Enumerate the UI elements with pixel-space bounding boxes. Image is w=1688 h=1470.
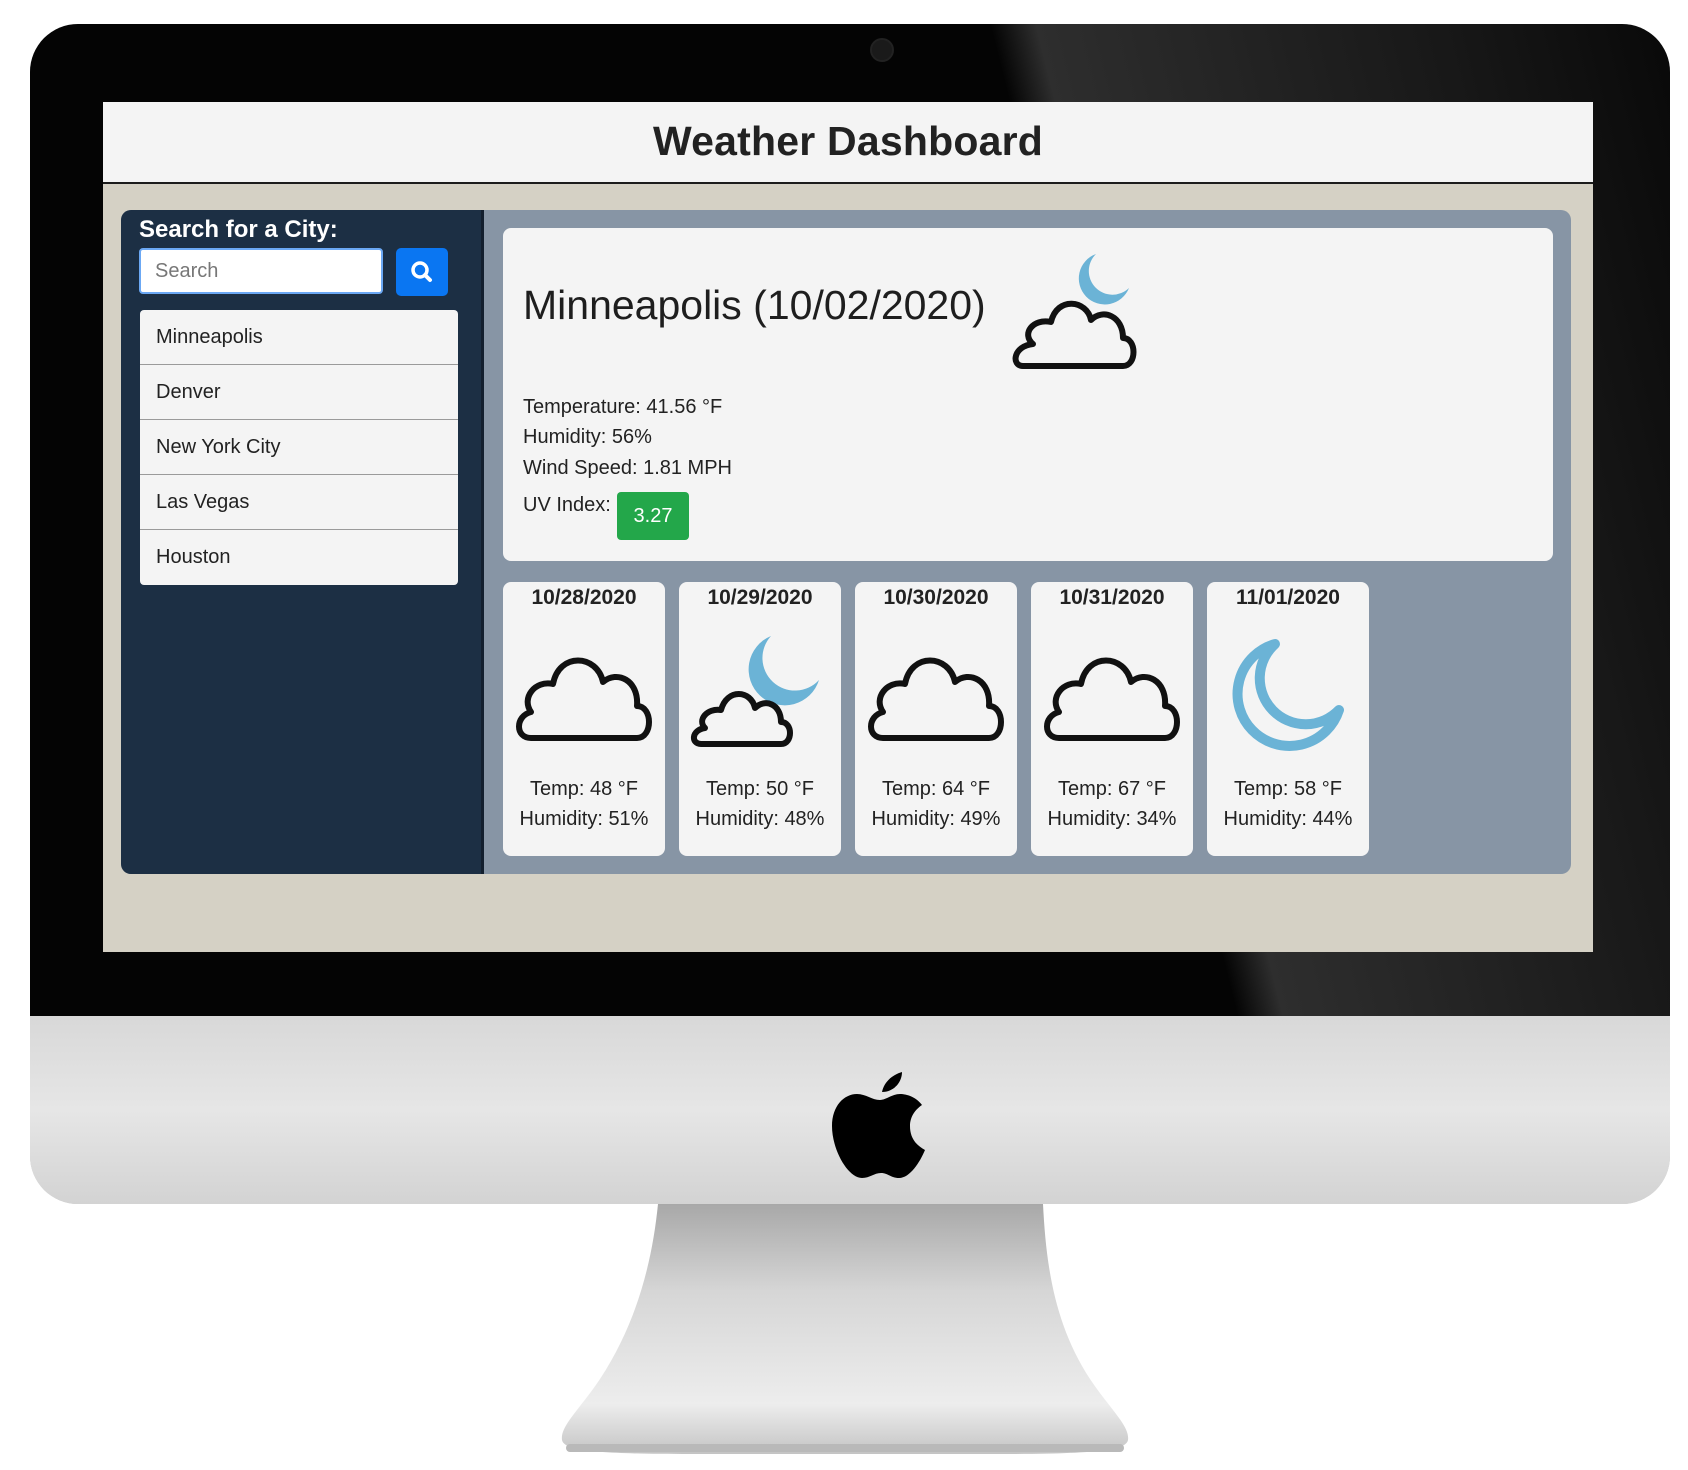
forecast-humidity: Humidity: 48% [695, 808, 825, 830]
search-input[interactable] [139, 248, 383, 294]
forecast-date: 10/31/2020 [1059, 586, 1165, 609]
search-icon [411, 261, 432, 282]
uv-index-badge: 3.27 [617, 492, 689, 540]
forecast-temp: Temp: 58 °F [1233, 778, 1343, 800]
dashboard-panel: Search for a City: Minneapolis Denver Ne… [121, 210, 1571, 874]
forecast-card: 10/29/2020 Temp: 50 °F Humidity: 48% [679, 582, 841, 856]
cloud-icon [516, 657, 652, 741]
app-screen: Weather Dashboard Search for a City: Min… [103, 102, 1593, 952]
cloud-icon [1044, 657, 1180, 741]
city-item-minneapolis[interactable]: Minneapolis [140, 310, 458, 365]
city-history-list: Minneapolis Denver New York City Las Veg… [140, 310, 458, 585]
forecast-humidity: Humidity: 34% [1047, 808, 1177, 830]
forecast-card: 10/28/2020 Temp: 48 °F Humidity: 51% [503, 582, 665, 856]
app-header: Weather Dashboard [103, 102, 1593, 184]
forecast-date: 11/01/2020 [1236, 586, 1340, 609]
current-wind-speed: Wind Speed: 1.81 MPH [523, 457, 732, 479]
forecast-temp: Temp: 64 °F [881, 778, 991, 800]
current-temperature: Temperature: 41.56 °F [523, 396, 723, 418]
apple-logo-icon [832, 1072, 925, 1178]
city-item-houston[interactable]: Houston [140, 530, 458, 585]
city-item-new-york-city[interactable]: New York City [140, 420, 458, 475]
current-weather-card: Minneapolis (10/02/2020) Temperature: 41… [503, 228, 1553, 561]
uv-index-label: UV Index: [523, 494, 611, 516]
forecast-temp: Temp: 50 °F [705, 778, 815, 800]
sidebar: Search for a City: Minneapolis Denver Ne… [121, 210, 484, 874]
forecast-temp: Temp: 48 °F [529, 778, 639, 800]
forecast-date: 10/29/2020 [707, 586, 813, 609]
cloud-icon [868, 657, 1004, 741]
forecast-date: 10/28/2020 [531, 586, 637, 609]
moon-icon [1232, 639, 1344, 751]
city-item-las-vegas[interactable]: Las Vegas [140, 475, 458, 530]
forecast-humidity: Humidity: 49% [871, 808, 1001, 830]
city-item-denver[interactable]: Denver [140, 365, 458, 420]
monitor-stand [561, 1204, 1129, 1454]
current-city-title: Minneapolis (10/02/2020) [523, 282, 986, 328]
forecast-humidity: Humidity: 51% [519, 808, 649, 830]
current-humidity: Humidity: 56% [523, 426, 652, 448]
forecast-card: 10/30/2020 Temp: 64 °F Humidity: 49% [855, 582, 1017, 856]
forecast-card: 10/31/2020 Temp: 67 °F Humidity: 34% [1031, 582, 1193, 856]
app-title: Weather Dashboard [653, 118, 1043, 164]
cloud-moon-icon [1012, 254, 1137, 369]
cloud-moon-icon [691, 636, 819, 747]
forecast-date: 10/30/2020 [883, 586, 989, 609]
forecast-humidity: Humidity: 44% [1223, 808, 1353, 830]
forecast-temp: Temp: 67 °F [1057, 778, 1167, 800]
search-label: Search for a City: [139, 216, 338, 243]
search-button[interactable] [396, 248, 448, 296]
camera-icon [870, 38, 894, 62]
forecast-card: 11/01/2020 Temp: 58 °F Humidity: 44% [1207, 582, 1369, 856]
